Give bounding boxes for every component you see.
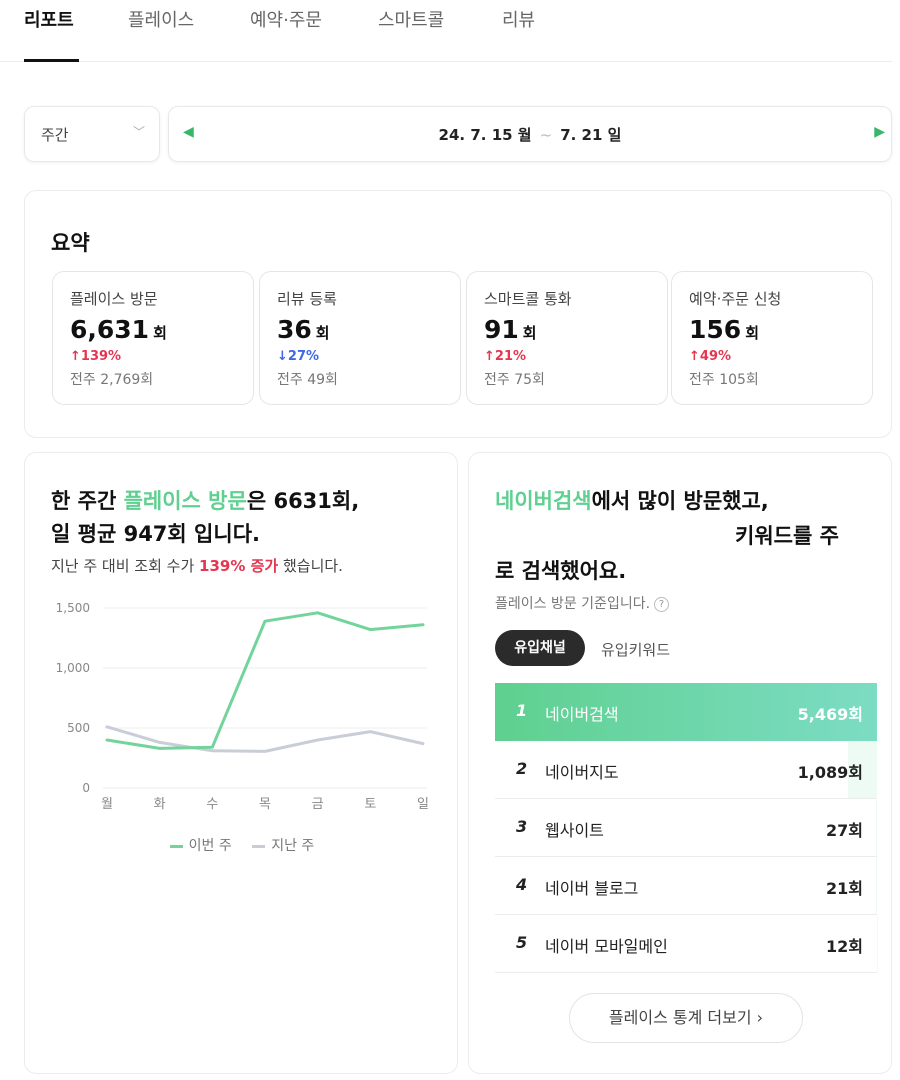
x-tick-label: 목 xyxy=(259,797,271,812)
stat-card-smartcall[interactable]: 스마트콜 통화 91 회 ↑21% 전주 75회 xyxy=(466,271,668,405)
channel-count: 12회 xyxy=(826,937,863,956)
date-range-navigator: ◀ 24. 7. 15 월 ~7. 21 일 ▶ xyxy=(168,106,892,162)
help-icon[interactable]: ? xyxy=(654,596,670,612)
stat-prev-week: 전주 75회 xyxy=(484,372,545,388)
stat-card-place-visits[interactable]: 플레이스 방문 6,631 회 ↑139% 전주 2,769회 xyxy=(52,271,254,405)
stat-value: 36 회 xyxy=(277,315,330,344)
channel-rank: 2 xyxy=(516,759,528,778)
channel-share-bar xyxy=(876,799,877,856)
x-tick-label: 금 xyxy=(312,797,324,812)
stat-label: 리뷰 등록 xyxy=(277,290,337,308)
channel-row: 3 웹사이트 27회 xyxy=(495,799,877,857)
range-start: 24. 7. 15 월 xyxy=(438,126,532,144)
legend-last-week: 지난 주 xyxy=(252,835,314,855)
tab-place[interactable]: 플레이스 xyxy=(128,6,194,32)
tab-inflow-keyword[interactable]: 유입키워드 xyxy=(601,639,670,660)
stat-label: 플레이스 방문 xyxy=(70,290,158,308)
active-tab-indicator xyxy=(24,59,79,62)
summary-card: 요약 플레이스 방문 6,631 회 ↑139% 전주 2,769회 리뷰 등록 … xyxy=(24,190,892,438)
stat-prev-week: 전주 49회 xyxy=(277,372,338,388)
channel-rank: 4 xyxy=(516,875,528,894)
top-tab-bar: 리포트 플레이스 예약·주문 스마트콜 리뷰 xyxy=(0,0,892,62)
channel-count: 5,469회 xyxy=(797,705,863,724)
stat-prev-week: 전주 2,769회 xyxy=(70,372,154,388)
channel-name: 네이버 블로그 xyxy=(545,879,639,898)
stat-label: 예약·주문 신청 xyxy=(689,290,782,308)
channel-row: 2 네이버지도 1,089회 xyxy=(495,741,877,799)
inflow-channel-card: 네이버검색에서 많이 방문했고, 키워드를 주 로 검색했어요. 플레이스 방문… xyxy=(468,452,892,1074)
channel-headline-line2: 키워드를 주 xyxy=(735,524,839,548)
x-tick-label: 토 xyxy=(364,797,376,812)
y-tick-label: 1,500 xyxy=(56,601,90,615)
chevron-down-icon: ﹀ xyxy=(132,125,145,139)
stat-card-reservations[interactable]: 예약·주문 신청 156 회 ↑49% 전주 105회 xyxy=(671,271,873,405)
stat-label: 스마트콜 통화 xyxy=(484,290,572,308)
channel-headline-line1: 네이버검색에서 많이 방문했고, xyxy=(495,489,769,513)
channel-headline-line3: 로 검색했어요. xyxy=(495,559,627,583)
stat-value: 6,631 회 xyxy=(70,315,167,344)
channel-name: 네이버검색 xyxy=(545,705,619,724)
channel-count: 27회 xyxy=(826,821,863,840)
stat-value: 156 회 xyxy=(689,315,759,344)
channel-share-bar xyxy=(876,857,877,914)
tab-review[interactable]: 리뷰 xyxy=(502,6,535,32)
visits-line-chart: 1,500 1,000 500 0월 화 수 목 금 토 일 xyxy=(56,601,429,812)
channel-name: 네이버지도 xyxy=(545,763,619,782)
legend-this-week: 이번 주 xyxy=(169,835,232,855)
tab-smartcall[interactable]: 스마트콜 xyxy=(378,6,444,32)
channel-count: 21회 xyxy=(826,879,863,898)
period-dropdown[interactable]: 주간 ﹀ xyxy=(24,106,160,162)
stat-value: 91 회 xyxy=(484,315,537,344)
next-week-arrow-icon[interactable]: ▶ xyxy=(874,124,885,140)
tab-reservation-order[interactable]: 예약·주문 xyxy=(250,6,322,32)
y-tick-label: 1,000 xyxy=(56,661,90,675)
channel-rank-list: 1 네이버검색 5,469회 2 네이버지도 1,089회 3 웹사이트 27회 4 네이버 블로그… xyxy=(495,683,877,973)
stat-change: ↑139% xyxy=(70,349,122,364)
stat-change: ↑21% xyxy=(484,349,527,364)
stat-card-reviews[interactable]: 리뷰 등록 36 회 ↓27% 전주 49회 xyxy=(259,271,461,405)
chart-legend: 이번 주 지난 주 xyxy=(25,835,459,855)
date-range-label: 24. 7. 15 월 ~7. 21 일 xyxy=(169,124,891,145)
period-dropdown-value: 주간 xyxy=(41,126,69,144)
channel-row: 1 네이버검색 5,469회 xyxy=(495,683,877,741)
stat-change: ↓27% xyxy=(277,349,320,364)
channel-rank: 5 xyxy=(516,933,528,952)
range-end: 7. 21 일 xyxy=(560,126,622,144)
channel-row: 5 네이버 모바일메인 12회 xyxy=(495,915,877,973)
basis-note: 플레이스 방문 기준입니다.? xyxy=(495,593,670,613)
y-tick-label: 500 xyxy=(67,721,90,735)
tab-report[interactable]: 리포트 xyxy=(24,6,74,32)
x-tick-label: 화 xyxy=(154,797,166,812)
visits-subtext: 지난 주 대비 조회 수가 139% 증가 했습니다. xyxy=(51,557,343,575)
weekly-visits-card: 한 주간 플레이스 방문은 6631회, 일 평균 947회 입니다. 지난 주… xyxy=(24,452,458,1074)
visits-headline: 한 주간 플레이스 방문은 6631회, 일 평균 947회 입니다. xyxy=(51,489,360,546)
summary-title: 요약 xyxy=(51,231,90,255)
x-tick-label: 월 xyxy=(101,797,113,812)
stat-prev-week: 전주 105회 xyxy=(689,372,759,388)
channel-name: 웹사이트 xyxy=(545,821,604,840)
tab-inflow-channel[interactable]: 유입채널 xyxy=(495,630,585,666)
y-tick-label: 0 xyxy=(82,781,90,795)
more-statistics-button[interactable]: 플레이스 통계 더보기 › xyxy=(569,993,803,1043)
channel-rank: 3 xyxy=(516,817,528,836)
channel-name: 네이버 모바일메인 xyxy=(545,937,668,956)
range-separator: ~ xyxy=(539,126,553,144)
x-tick-label: 수 xyxy=(206,797,218,812)
x-tick-label: 일 xyxy=(417,797,429,812)
stat-change: ↑49% xyxy=(689,349,732,364)
channel-rank: 1 xyxy=(516,701,528,720)
channel-row: 4 네이버 블로그 21회 xyxy=(495,857,877,915)
channel-count: 1,089회 xyxy=(797,763,863,782)
